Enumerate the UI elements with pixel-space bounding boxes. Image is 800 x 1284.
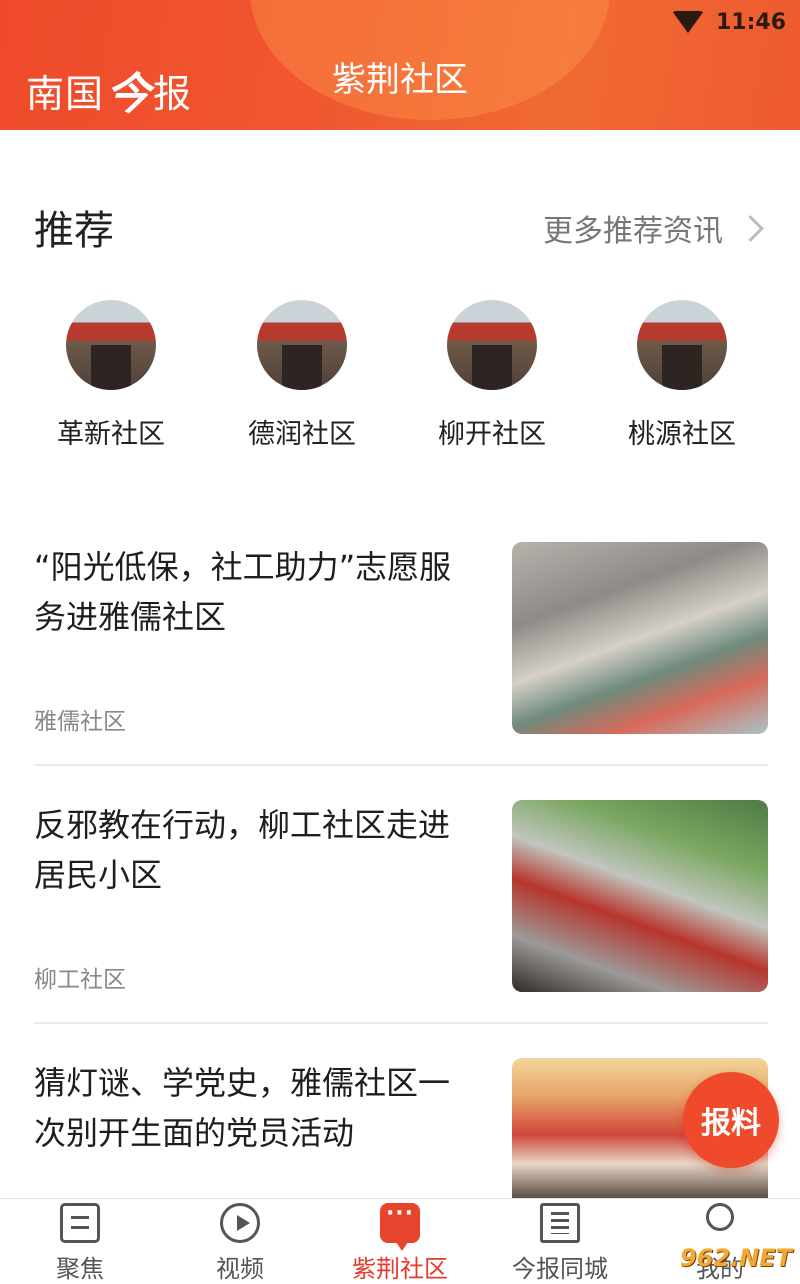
tab-label: 聚焦 <box>56 1255 104 1283</box>
community-item[interactable]: 柳开社区 <box>412 300 572 451</box>
status-time: 11:46 <box>715 9 786 35</box>
news-source: 柳工社区 <box>34 967 126 993</box>
building-icon <box>540 1203 580 1243</box>
tab-video[interactable]: 视频 <box>160 1199 320 1283</box>
watermark: 962.NET <box>679 1244 792 1272</box>
more-recommend-link[interactable]: 更多推荐资讯 <box>543 206 768 250</box>
wifi-icon <box>671 11 704 33</box>
divider <box>34 764 768 766</box>
page-title: 紫荆社区 <box>332 60 468 100</box>
recommend-header: 推荐 更多推荐资讯 <box>34 198 768 258</box>
tab-community[interactable]: 紫荆社区 <box>320 1199 480 1283</box>
status-bar: 11:46 <box>671 6 786 38</box>
tab-label: 视频 <box>216 1255 264 1283</box>
community-item[interactable]: 德润社区 <box>222 300 382 451</box>
tab-city[interactable]: 今报同城 <box>480 1199 640 1283</box>
community-name: 革新社区 <box>57 419 165 450</box>
community-list: 革新社区 德润社区 柳开社区 桃源社区 <box>0 300 800 460</box>
chat-bubble-icon <box>380 1201 420 1251</box>
news-item[interactable]: 猜灯谜、学党史，雅儒社区一次别开生面的党员活动 <box>34 1058 768 1198</box>
community-avatar <box>637 300 727 390</box>
community-item[interactable]: 革新社区 <box>31 300 191 451</box>
news-thumbnail <box>512 542 768 734</box>
chevron-right-icon <box>737 214 764 242</box>
community-avatar <box>447 300 537 390</box>
tab-label: 今报同城 <box>512 1255 608 1283</box>
play-icon <box>220 1203 260 1243</box>
community-avatar <box>66 300 156 390</box>
user-icon <box>706 1203 734 1231</box>
divider <box>34 1022 768 1024</box>
document-icon <box>60 1203 100 1243</box>
news-title: “阳光低保，社工助力”志愿服务进雅儒社区 <box>34 548 452 636</box>
news-thumbnail <box>512 800 768 992</box>
community-name: 柳开社区 <box>438 419 546 450</box>
community-avatar <box>257 300 347 390</box>
tab-label: 紫荆社区 <box>352 1255 448 1283</box>
community-name: 德润社区 <box>248 419 356 450</box>
community-item[interactable]: 桃源社区 <box>602 300 762 451</box>
news-source: 雅儒社区 <box>34 709 126 735</box>
recommend-title: 推荐 <box>34 208 114 254</box>
news-title: 反邪教在行动，柳工社区走进居民小区 <box>34 806 451 894</box>
tab-focus[interactable]: 聚焦 <box>0 1199 160 1283</box>
news-title: 猜灯谜、学党史，雅儒社区一次别开生面的党员活动 <box>34 1064 451 1152</box>
more-recommend-label: 更多推荐资讯 <box>543 214 723 249</box>
news-item[interactable]: 反邪教在行动，柳工社区走进居民小区 柳工社区 <box>34 800 768 993</box>
report-button[interactable]: 报料 <box>683 1072 779 1168</box>
community-name: 桃源社区 <box>628 419 736 450</box>
news-item[interactable]: “阳光低保，社工助力”志愿服务进雅儒社区 雅儒社区 <box>34 542 768 735</box>
app-header: 11:46 南国 今 报 紫荆社区 <box>0 0 800 130</box>
